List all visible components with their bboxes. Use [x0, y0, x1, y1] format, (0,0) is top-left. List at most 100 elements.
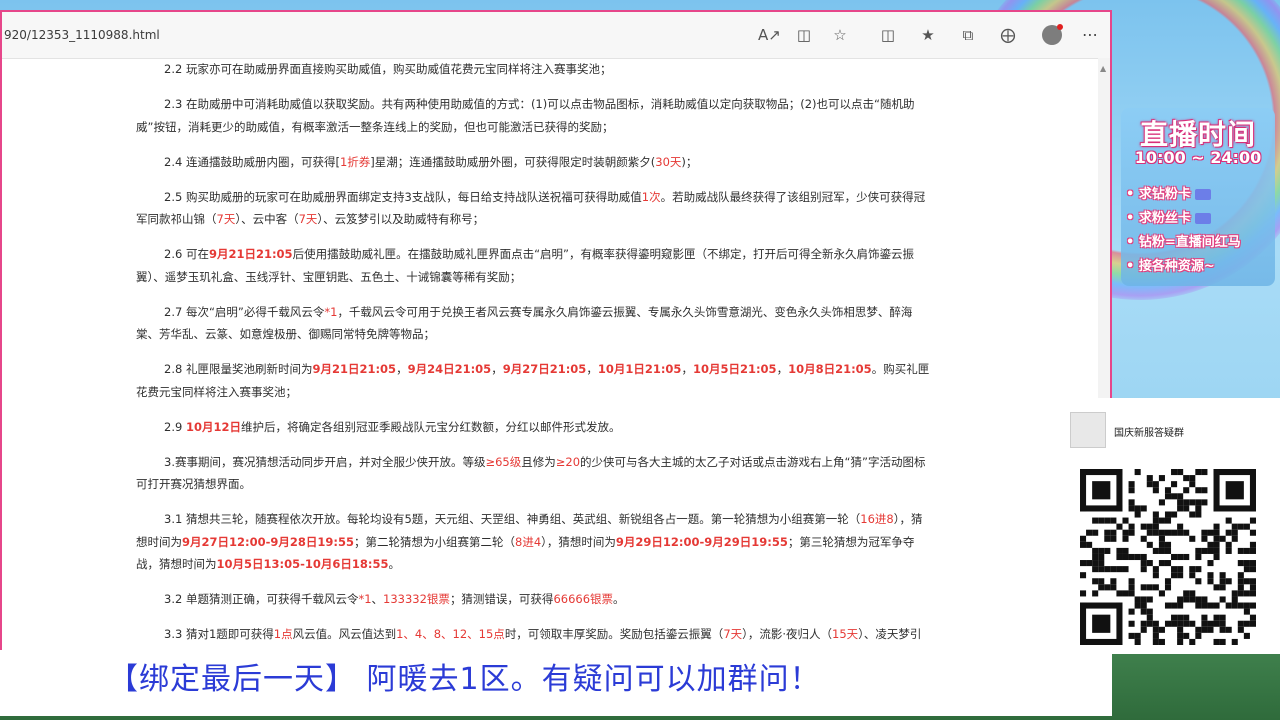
- qr-module: [1092, 529, 1099, 536]
- qr-module: [1225, 578, 1232, 585]
- qr-module: [1092, 590, 1099, 597]
- qr-module: [1152, 487, 1159, 494]
- article-paragraph: 2.9 10月12日维护后，将确定各组别冠亚季殿战队元宝分红数额，分红以邮件形式…: [136, 416, 931, 439]
- paragraph-text: ），流影·夜归人（: [742, 627, 833, 641]
- qr-module: [1104, 584, 1111, 591]
- qr-module: [1171, 572, 1178, 579]
- qr-module: [1134, 469, 1141, 476]
- qr-module: [1201, 626, 1208, 633]
- more-icon[interactable]: ⋯: [1082, 25, 1099, 44]
- qr-module: [1231, 638, 1238, 645]
- qr-module: [1152, 620, 1159, 627]
- qr-module: [1110, 529, 1117, 536]
- qr-module: [1219, 638, 1226, 645]
- qr-module: [1116, 566, 1123, 573]
- qr-module: [1146, 475, 1153, 482]
- qr-module: [1158, 499, 1165, 506]
- qr-module: [1189, 572, 1196, 579]
- qr-module: [1128, 578, 1135, 585]
- qr-module: [1183, 499, 1190, 506]
- qr-module: [1122, 553, 1129, 561]
- paragraph-text: 维护后，将确定各组别冠亚季殿战队元宝分红数额，分红以邮件形式发放。: [240, 419, 621, 434]
- qr-module: [1225, 541, 1232, 548]
- qr-module: [1177, 596, 1184, 603]
- qr-module: [1249, 541, 1256, 548]
- paragraph-text: ），猜想时间为: [541, 534, 616, 549]
- qr-module: [1158, 475, 1165, 482]
- qr-module: [1128, 529, 1135, 536]
- qr-module: [1171, 469, 1178, 476]
- qr-module: [1189, 535, 1196, 542]
- scroll-up-icon[interactable]: ▲: [1100, 64, 1106, 73]
- paragraph-text: ，: [776, 362, 789, 376]
- extensions-icon[interactable]: ⨁: [998, 25, 1018, 45]
- qr-module: [1243, 560, 1250, 567]
- qr-finder: [1213, 505, 1256, 512]
- favorite-star-icon[interactable]: ☆: [830, 25, 850, 45]
- qr-module: [1207, 547, 1214, 554]
- qr-module: [1128, 499, 1135, 506]
- paragraph-text: ）、云笈梦引以及助威特有称号；: [317, 212, 485, 226]
- qr-module: [1225, 529, 1232, 536]
- read-aloud-icon[interactable]: A↗: [758, 25, 781, 45]
- paragraph-text: ；猜测错误，可获得: [449, 592, 554, 606]
- qr-module: [1189, 590, 1196, 597]
- qr-module: [1086, 560, 1093, 567]
- qr-module: [1177, 572, 1184, 579]
- qr-module: [1158, 590, 1165, 597]
- qr-module: [1164, 620, 1172, 627]
- qr-module: [1207, 626, 1214, 633]
- qr-module: [1158, 626, 1165, 633]
- qr-module: [1098, 566, 1105, 573]
- qr-finder: [1116, 469, 1123, 512]
- article-paragraph: 3.赛事期间，赛况猜想活动同步开启，并对全服少侠开放。等级≥65级且修为≥20的…: [136, 451, 931, 496]
- qr-module: [1249, 566, 1256, 573]
- qr-module: [1122, 590, 1129, 597]
- qr-module: [1140, 626, 1147, 633]
- live-item-fan-card: • 求粉丝卡: [1126, 207, 1211, 226]
- qr-module: [1164, 493, 1172, 500]
- address-bar[interactable]: 920/12353_1110988.html: [4, 28, 160, 42]
- qr-finder: [1080, 469, 1123, 476]
- qr-module: [1249, 590, 1256, 597]
- card-icon: [1194, 189, 1211, 200]
- qr-module: [1213, 638, 1220, 645]
- live-item-diamond-card: • 求钻粉卡: [1126, 183, 1211, 202]
- group-avatar: [1070, 412, 1106, 448]
- qr-module: [1140, 560, 1147, 567]
- qr-finder: [1092, 481, 1111, 500]
- paragraph-text: 3.2 单题猜测正确，可获得千载风云令: [164, 592, 359, 606]
- qr-module: [1177, 553, 1184, 561]
- qr-module: [1195, 511, 1202, 518]
- qr-module: [1243, 566, 1250, 573]
- qr-module: [1140, 523, 1147, 530]
- split-screen-icon[interactable]: ◫: [878, 25, 898, 45]
- qr-module: [1158, 529, 1165, 536]
- notification-dot: [1057, 24, 1063, 30]
- qr-module: [1201, 499, 1208, 506]
- highlight-text: 10月12日: [185, 419, 241, 434]
- qr-module: [1134, 511, 1141, 518]
- highlight-text: 10月5日21:05: [692, 362, 777, 376]
- paragraph-text: 且修为: [521, 454, 556, 469]
- qr-module: [1183, 487, 1190, 494]
- qr-module: [1177, 626, 1184, 633]
- highlight-text: 9月21日21:05: [208, 247, 293, 261]
- paragraph-text: 2.8 礼匣限量奖池刷新时间为: [164, 362, 313, 376]
- qr-module: [1237, 602, 1244, 609]
- qr-module: [1134, 596, 1141, 603]
- qr-module: [1152, 584, 1159, 591]
- qr-module: [1104, 529, 1111, 536]
- qr-module: [1237, 547, 1244, 554]
- collections-icon[interactable]: ⧉: [958, 25, 978, 45]
- favorites-icon[interactable]: ★: [918, 25, 938, 45]
- paragraph-text: 、: [371, 592, 384, 606]
- qr-module: [1249, 547, 1256, 554]
- qr-module: [1231, 596, 1238, 603]
- paragraph-text: 2.2 玩家亦可在助威册界面直接购买助威值，购买助威值花费元宝同样将注入赛事奖池…: [164, 62, 612, 76]
- reading-view-icon[interactable]: ◫: [794, 25, 814, 45]
- qr-module: [1086, 541, 1093, 548]
- qr-module: [1195, 632, 1202, 639]
- qr-module: [1146, 614, 1153, 621]
- article-paragraph: 2.6 可在9月21日21:05后使用擂鼓助威礼匣。在擂鼓助威礼匣界面点击“启明…: [136, 243, 931, 288]
